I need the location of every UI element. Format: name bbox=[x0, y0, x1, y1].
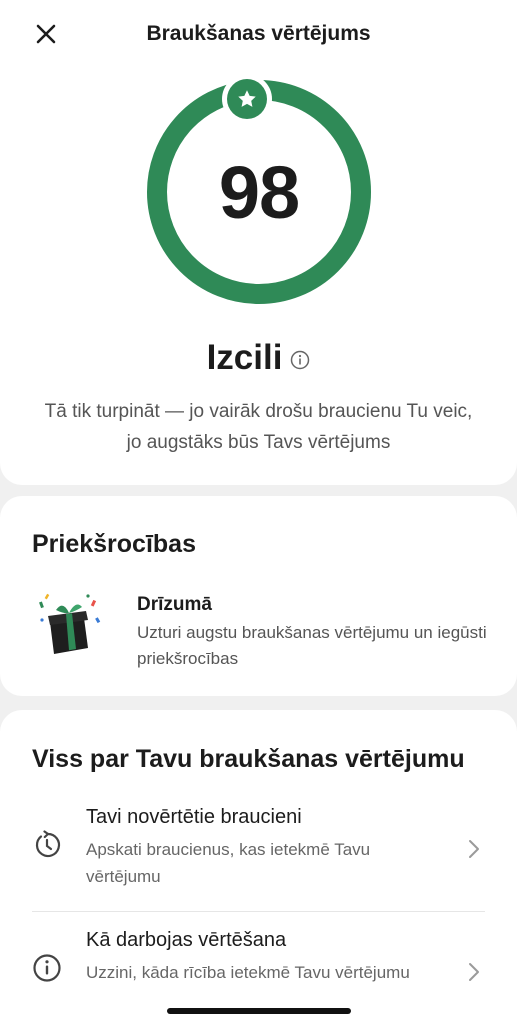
home-indicator[interactable] bbox=[167, 1008, 351, 1014]
about-title: Viss par Tavu braukšanas vērtējumu bbox=[32, 745, 465, 773]
about-card: Viss par Tavu braukšanas vērtējumu Tavi … bbox=[0, 710, 517, 1024]
list-item-title: Kā darbojas vērtēšana bbox=[86, 929, 287, 951]
list-item-description: Uzzini, kāda rīcība ietekmē Tavu vērtēju… bbox=[86, 963, 410, 982]
list-item-title: Tavi novērtētie braucieni bbox=[86, 806, 302, 828]
star-icon bbox=[238, 90, 256, 107]
benefit-description: Uzturi augstu braukšanas vērtējumu un ie… bbox=[137, 623, 487, 668]
benefits-card: Priekšrocības Drīzumā Uzturi augstu brau… bbox=[0, 496, 517, 696]
rating-label: Izcili bbox=[206, 338, 283, 377]
benefits-title: Priekšrocības bbox=[32, 530, 196, 558]
history-icon bbox=[35, 830, 61, 858]
chevron-right-icon bbox=[469, 840, 479, 858]
list-item-rated-trips[interactable]: Tavi novērtētie braucieni Apskati brauci… bbox=[32, 802, 485, 912]
chevron-right-icon bbox=[469, 963, 479, 981]
score-card: Braukšanas vērtējums 98 Izcili Tā tik tu… bbox=[0, 0, 517, 485]
star-badge bbox=[222, 74, 272, 124]
page-title: Braukšanas vērtējums bbox=[146, 22, 371, 45]
rating-row: Izcili bbox=[0, 338, 517, 378]
gift-icon bbox=[39, 593, 101, 654]
rating-description: Tā tik turpināt — jo vairāk drošu brauci… bbox=[44, 401, 473, 453]
benefit-title: Drīzumā bbox=[137, 594, 212, 615]
info-icon bbox=[33, 954, 61, 982]
info-icon[interactable] bbox=[290, 350, 310, 370]
list-item-description: Apskati braucienus, kas ietekmē Tavu vēr… bbox=[86, 840, 371, 886]
